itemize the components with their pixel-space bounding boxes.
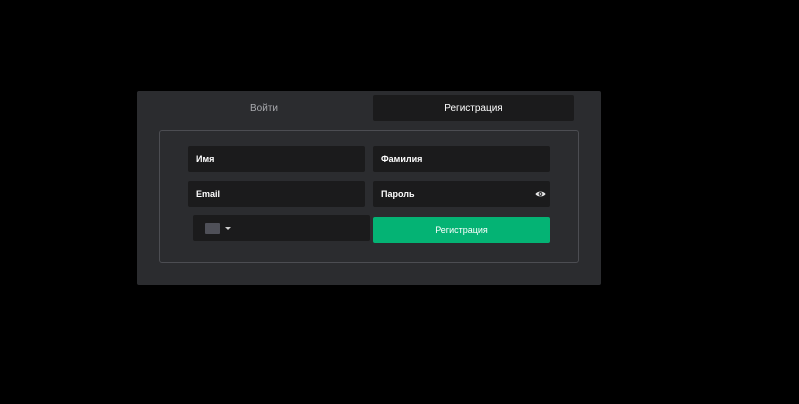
first-name-field-wrapper [188, 146, 365, 172]
first-name-field[interactable] [188, 146, 365, 172]
tab-login[interactable]: Войти [173, 95, 355, 121]
register-button[interactable]: Регистрация [373, 217, 550, 243]
last-name-field[interactable] [373, 146, 550, 172]
email-field-wrapper [188, 181, 365, 207]
tab-register[interactable]: Регистрация [373, 95, 574, 121]
last-name-field-wrapper [373, 146, 550, 172]
flag-icon [205, 222, 220, 234]
auth-panel: Войти Регистрация Регистрация [137, 91, 601, 285]
chevron-down-icon [225, 226, 231, 230]
email-field[interactable] [188, 181, 365, 207]
country-code-select[interactable] [205, 222, 235, 234]
registration-form: Регистрация [159, 130, 579, 263]
phone-field-wrapper [193, 215, 370, 241]
eye-icon[interactable] [535, 189, 546, 199]
password-field-wrapper [373, 181, 550, 207]
password-field[interactable] [373, 181, 550, 207]
